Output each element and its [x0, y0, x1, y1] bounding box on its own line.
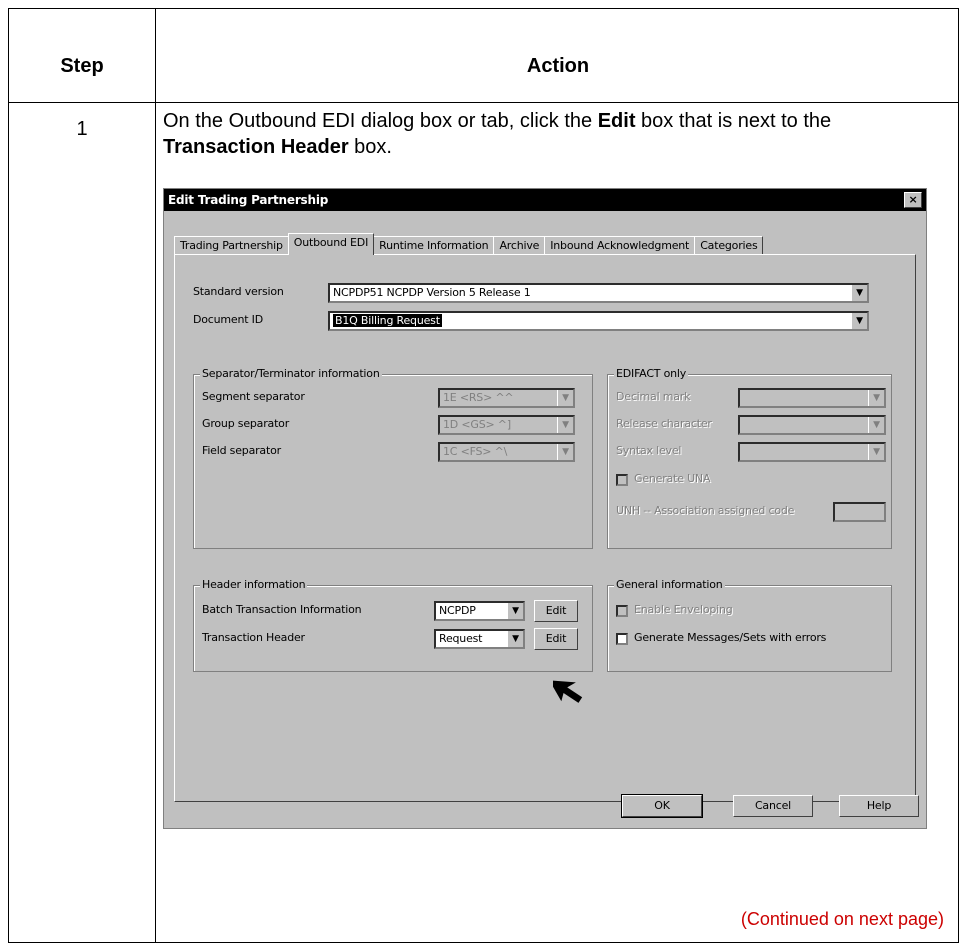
instruction-bold-edit: Edit [597, 110, 636, 132]
transaction-header-label: Transaction Header [202, 631, 305, 644]
tab-trading-partnership[interactable]: Trading Partnership [174, 236, 289, 255]
document-id-value: B1Q Billing Request [333, 314, 442, 327]
segment-separator-label: Segment separator [202, 390, 305, 403]
instruction-bold-transaction-header: Transaction Header [163, 136, 349, 158]
mouse-pointer-icon [553, 680, 583, 703]
enable-enveloping-checkbox[interactable] [616, 605, 628, 617]
chevron-down-icon[interactable]: ▼ [851, 285, 867, 301]
standard-version-value: NCPDP51 NCPDP Version 5 Release 1 [333, 286, 531, 299]
general-information-title: General information [614, 578, 725, 591]
tab-bar: Trading Partnership Outbound EDI Runtime… [174, 233, 764, 255]
group-separator-label: Group separator [202, 417, 290, 430]
header-step: Step [60, 55, 104, 77]
header-action: Action [526, 55, 590, 77]
group-separator-value: 1D <GS> ^] [443, 418, 511, 431]
standard-version-label: Standard version [193, 285, 284, 298]
release-character-label: Release character [616, 417, 712, 430]
transaction-header-select[interactable]: Request ▼ [434, 629, 525, 649]
step-number: 1 [76, 118, 88, 140]
standard-version-select[interactable]: NCPDP51 NCPDP Version 5 Release 1 ▼ [328, 283, 869, 303]
segment-separator-value: 1E <RS> ^^ [443, 391, 514, 404]
decimal-mark-select[interactable]: ▼ [738, 388, 886, 408]
tab-categories[interactable]: Categories [694, 236, 764, 255]
continued-note: (Continued on next page) [740, 909, 944, 929]
close-icon[interactable]: × [904, 192, 922, 208]
chevron-down-icon[interactable]: ▼ [868, 390, 884, 406]
general-information-group: General information Enable Enveloping Ge… [607, 578, 892, 672]
step-instruction: On the Outbound EDI dialog box or tab, c… [163, 108, 923, 160]
batch-transaction-select[interactable]: NCPDP ▼ [434, 601, 525, 621]
batch-edit-button[interactable]: Edit [534, 600, 578, 622]
chevron-down-icon[interactable]: ▼ [868, 444, 884, 460]
generate-errors-label: Generate Messages/Sets with errors [634, 631, 827, 644]
chevron-down-icon[interactable]: ▼ [557, 417, 573, 433]
batch-transaction-value: NCPDP [439, 604, 476, 617]
segment-separator-select[interactable]: 1E <RS> ^^ ▼ [438, 388, 575, 408]
dialog-titlebar: Edit Trading Partnership × [164, 189, 926, 211]
table-divider-vertical [155, 9, 156, 942]
tab-inbound-acknowledgment[interactable]: Inbound Acknowledgment [544, 236, 696, 255]
chevron-down-icon[interactable]: ▼ [868, 417, 884, 433]
generate-una-checkbox[interactable] [616, 474, 628, 486]
chevron-down-icon[interactable]: ▼ [507, 631, 523, 647]
enable-enveloping-label: Enable Enveloping [634, 603, 733, 616]
edifact-group: EDIFACT only Decimal mark ▼ Release char… [607, 367, 892, 549]
document-id-label: Document ID [193, 313, 263, 326]
header-information-title: Header information [200, 578, 308, 591]
chevron-down-icon[interactable]: ▼ [851, 313, 867, 329]
separator-group: Separator/Terminator information Segment… [193, 367, 593, 549]
chevron-down-icon[interactable]: ▼ [557, 444, 573, 460]
instruction-text-1: On the Outbound EDI dialog box or tab, c… [163, 110, 598, 132]
chevron-down-icon[interactable]: ▼ [557, 390, 573, 406]
decimal-mark-label: Decimal mark [616, 390, 691, 403]
help-button[interactable]: Help [839, 795, 919, 817]
instruction-text-3: box. [348, 136, 392, 158]
header-information-group: Header information Batch Transaction Inf… [193, 578, 593, 672]
unh-code-input[interactable] [833, 502, 886, 522]
group-separator-select[interactable]: 1D <GS> ^] ▼ [438, 415, 575, 435]
table-divider-horizontal [9, 102, 958, 103]
outbound-edi-panel: Standard version NCPDP51 NCPDP Version 5… [174, 254, 916, 802]
syntax-level-label: Syntax level [616, 444, 682, 457]
generate-errors-checkbox[interactable] [616, 633, 628, 645]
separator-group-title: Separator/Terminator information [200, 367, 382, 380]
document-id-select[interactable]: B1Q Billing Request ▼ [328, 311, 869, 331]
field-separator-select[interactable]: 1C <FS> ^\ ▼ [438, 442, 575, 462]
tab-runtime-information[interactable]: Runtime Information [373, 236, 495, 255]
generate-una-label: Generate UNA [634, 472, 711, 485]
tab-archive[interactable]: Archive [493, 236, 546, 255]
cancel-button[interactable]: Cancel [733, 795, 813, 817]
chevron-down-icon[interactable]: ▼ [507, 603, 523, 619]
tab-outbound-edi[interactable]: Outbound EDI [287, 233, 375, 255]
dialog-title: Edit Trading Partnership [168, 193, 329, 207]
syntax-level-select[interactable]: ▼ [738, 442, 886, 462]
instruction-text-2: box that is next to the [635, 110, 832, 132]
transaction-header-edit-button[interactable]: Edit [534, 628, 578, 650]
ok-button[interactable]: OK [621, 794, 703, 818]
edit-trading-partnership-dialog: Edit Trading Partnership × Trading Partn… [163, 188, 927, 829]
batch-transaction-label: Batch Transaction Information [202, 603, 362, 616]
release-character-select[interactable]: ▼ [738, 415, 886, 435]
edifact-group-title: EDIFACT only [614, 367, 689, 380]
field-separator-label: Field separator [202, 444, 281, 457]
transaction-header-value: Request [439, 632, 483, 645]
field-separator-value: 1C <FS> ^\ [443, 445, 508, 458]
unh-code-label: UNH -- Association assigned code [616, 504, 795, 517]
